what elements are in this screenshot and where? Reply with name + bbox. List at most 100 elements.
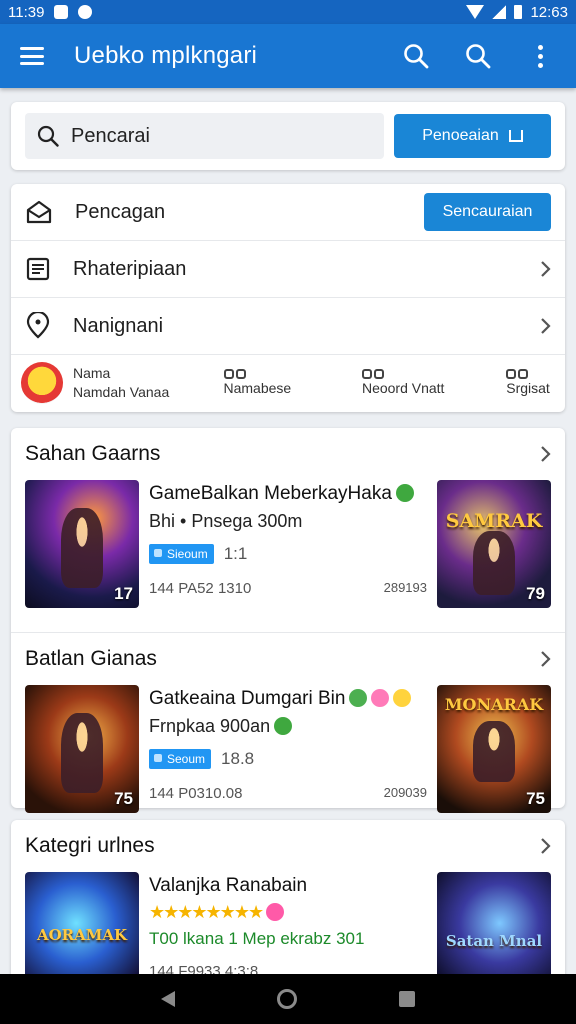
search-icon [37, 125, 59, 147]
search-icon[interactable] [400, 40, 432, 72]
chevron-right-icon [541, 318, 551, 334]
thumbnail-title: MONARAK [444, 695, 544, 714]
app-title: Uebko mplkngari [74, 42, 258, 69]
menu-row-pencagan[interactable]: Pencagan Sencauraian [11, 184, 565, 241]
game-row[interactable]: 17 GameBalkan MeberkayHaka Bhi • Pnsega … [11, 480, 565, 620]
game-thumbnail[interactable]: Satan Mnal [437, 872, 551, 980]
rating-stars-text: ★★★★★★★★ [149, 902, 264, 922]
game-thumbnail[interactable]: MONARAK 75 [437, 685, 551, 813]
quick-link-bottom: Namabese [223, 379, 292, 396]
game-subtitle: Bhi • Pnsega 300m [149, 511, 303, 531]
badge-value: 1:1 [223, 544, 248, 563]
game-meta-left: 144 PA52 1310 [149, 580, 252, 597]
quick-link[interactable]: Neoord Vnatt [361, 368, 506, 398]
open-external-icon [508, 130, 523, 142]
quick-links-row: Nama Namdah Vanaa Namabese Neoord Vnatt … [11, 355, 565, 411]
game-row[interactable]: AORAMAK Valanjka Ranabain ★★★★★★★★ T00 l… [11, 872, 565, 980]
home-icon[interactable] [277, 989, 297, 1009]
game-subtitle: Frnpkaa 900an [149, 715, 427, 737]
row-action-button[interactable]: Sencauraian [424, 193, 551, 231]
section-header[interactable]: Sahan Gaarns [11, 428, 565, 480]
emoji-icon [371, 689, 390, 707]
app-bar: Uebko mplkngari [0, 24, 576, 88]
game-title: Valanjka Ranabain [149, 875, 308, 896]
avatar[interactable] [21, 362, 63, 404]
game-row[interactable]: 75 Gatkeaina Dumgari Bin Frnpkaa 900an S… [11, 685, 565, 825]
recent-apps-icon[interactable] [399, 991, 415, 1007]
quick-link-bottom: Neoord Vnatt [361, 379, 445, 396]
game-meta-right: 289193 [383, 580, 427, 595]
quick-link-top: Nama [73, 365, 111, 381]
location-icon [26, 312, 50, 339]
menu-row-rhateripiaan[interactable]: Rhateripiaan [11, 241, 565, 298]
search-card: Penoeaian [11, 102, 565, 170]
status-right-time: 12:63 [530, 3, 568, 21]
chevron-right-icon [541, 838, 551, 854]
emoji-icon [266, 903, 285, 921]
quick-link[interactable]: Namabese [223, 368, 362, 398]
game-thumbnail[interactable]: SAMRAK 79 [437, 480, 551, 608]
search-icon[interactable] [462, 40, 494, 72]
menu-card: Pencagan Sencauraian Rhateripiaan Nanign… [11, 184, 565, 412]
more-options-icon[interactable] [524, 40, 556, 72]
thumbnail-number: 17 [114, 584, 133, 603]
menu-row-label: Nanignani [73, 314, 164, 337]
quick-link[interactable]: Nama Namdah Vanaa [73, 364, 210, 402]
hamburger-menu-icon[interactable] [20, 47, 44, 65]
badge-icon [395, 484, 414, 502]
battery-icon [514, 5, 523, 19]
game-title: GameBalkan MeberkayHaka [149, 482, 427, 506]
back-icon[interactable] [161, 991, 175, 1007]
badge-icon [274, 717, 293, 735]
thumbnail-title: AORAMAK [36, 926, 128, 944]
thumbnail-number: 75 [526, 789, 545, 808]
emoji-icon [393, 689, 412, 707]
notification-icon [54, 5, 69, 19]
chevron-right-icon [541, 261, 551, 277]
section-title: Batlan Gianas [25, 647, 157, 670]
quick-link-bottom: Srgisat [506, 379, 550, 396]
section-header[interactable]: Kategri urlnes [11, 820, 565, 872]
link-icon [223, 368, 362, 379]
signal-icon [492, 5, 507, 19]
category-section-card: Kategri urlnes AORAMAK Valanjka Ranabain… [11, 820, 565, 980]
chevron-right-icon [541, 446, 551, 462]
link-icon [361, 368, 506, 379]
menu-row-label: Pencagan [75, 200, 166, 223]
emoji-icon [349, 689, 368, 707]
game-meta-left: 144 P0310.08 [149, 785, 243, 802]
quick-link[interactable]: Srgisat [506, 368, 555, 398]
game-thumbnail[interactable]: AORAMAK [25, 872, 139, 980]
thumbnail-number: 75 [114, 789, 133, 808]
search-button[interactable]: Penoeaian [394, 114, 551, 158]
menu-row-nanignani[interactable]: Nanignani [11, 298, 565, 355]
game-title: Gatkeaina Dumgari Bin [149, 687, 427, 711]
quick-link-bottom: Namdah Vanaa [73, 384, 170, 400]
menu-row-label: Rhateripiaan [73, 257, 187, 280]
section-header[interactable]: Batlan Gianas [11, 633, 565, 685]
list-icon [26, 257, 50, 281]
game-subtitle-text: Frnpkaa 900an [149, 716, 271, 736]
link-icon [506, 368, 555, 379]
rating-stars: ★★★★★★★★ [149, 902, 427, 923]
game-thumbnail[interactable]: 17 [25, 480, 139, 608]
status-bar: 11:39 12:63 [0, 0, 576, 24]
search-input[interactable] [71, 124, 351, 148]
status-time: 11:39 [8, 3, 45, 21]
store-badge: Seoum [149, 749, 212, 769]
thumbnail-number: 79 [526, 584, 545, 603]
search-field[interactable] [25, 113, 384, 159]
thumbnail-title: Satan Mnal [445, 932, 543, 950]
thumbnail-title: SAMRAK [445, 510, 543, 532]
wifi-icon [466, 5, 485, 19]
app-notification-icon [78, 5, 93, 19]
store-badge: Sieoum [149, 544, 214, 564]
system-nav-bar [0, 974, 576, 1024]
game-detail-line: T00 lkana 1 Mep ekrabz 301 [149, 929, 365, 948]
game-thumbnail[interactable]: 75 [25, 685, 139, 813]
chevron-right-icon [541, 651, 551, 667]
game-meta-right: 209039 [383, 785, 427, 800]
section-title: Kategri urlnes [25, 834, 155, 857]
search-button-label: Penoeaian [422, 127, 499, 144]
games-section-card: Sahan Gaarns 17 GameBalkan MeberkayHaka … [11, 428, 565, 813]
